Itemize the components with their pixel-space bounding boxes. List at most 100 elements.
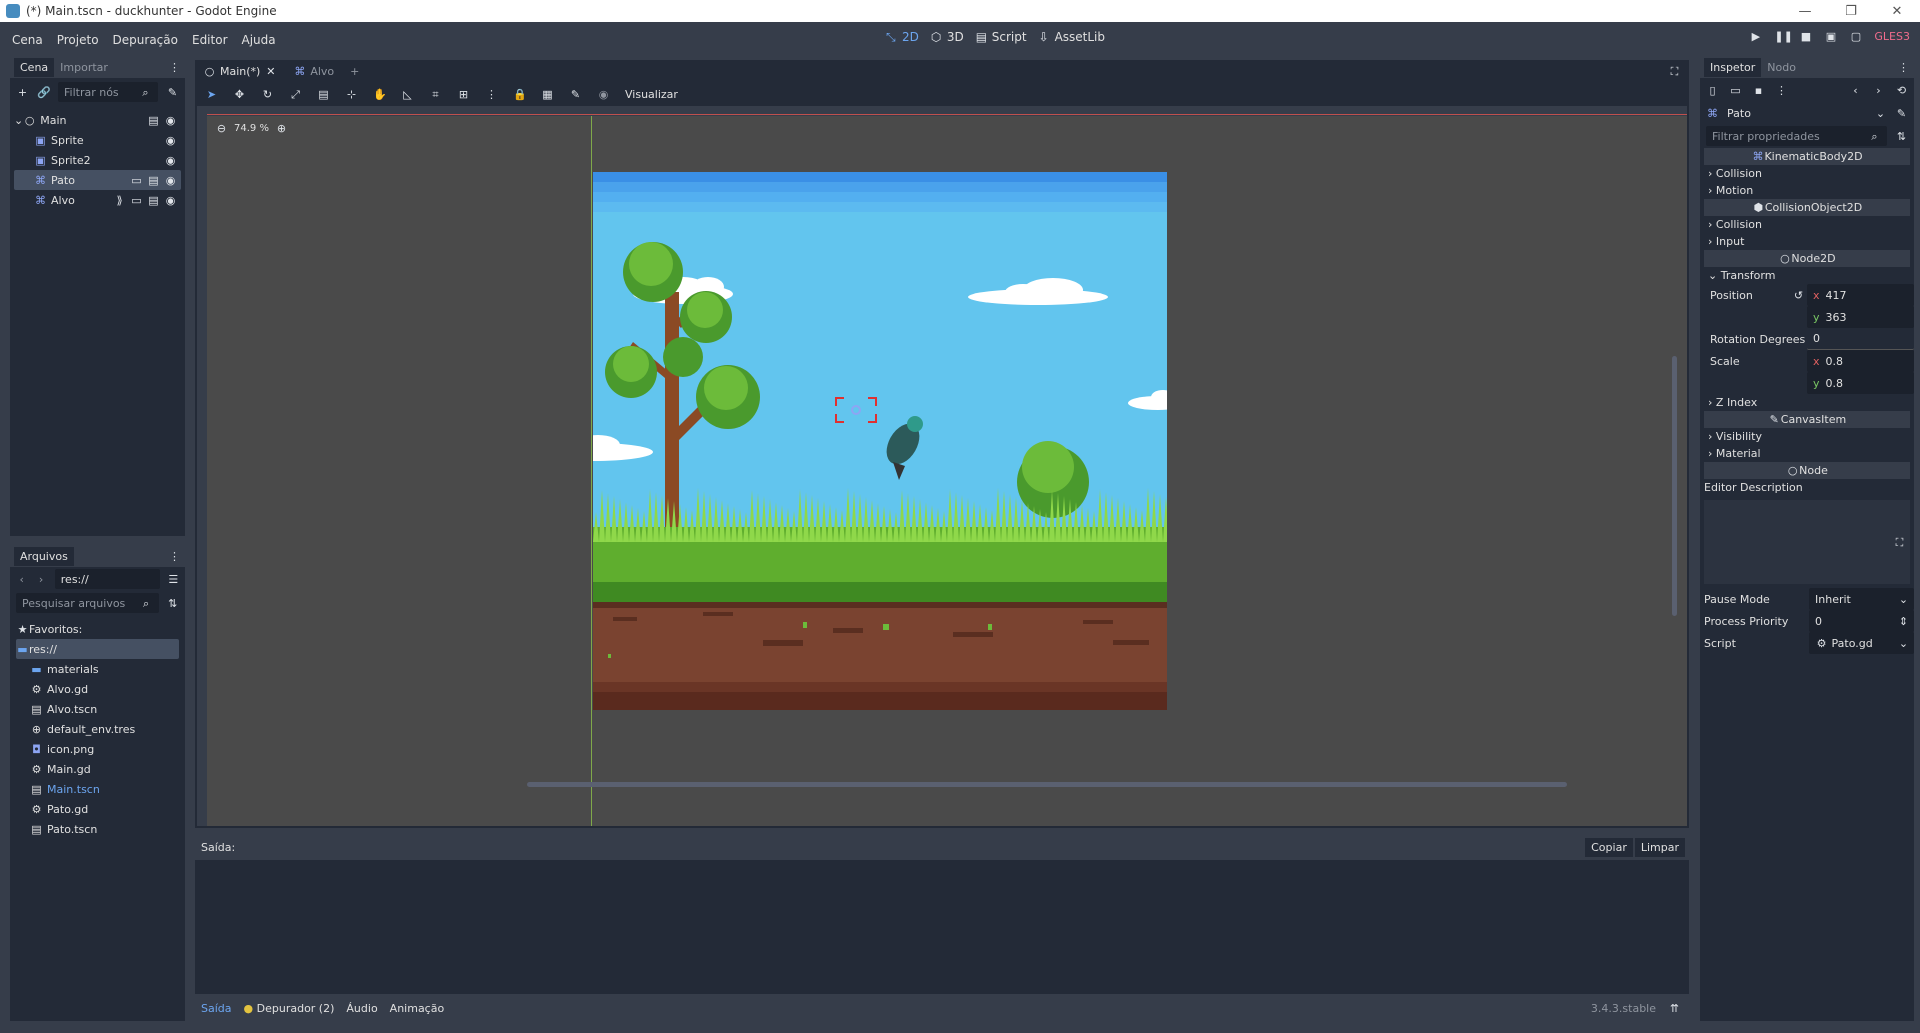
mode-assetlib[interactable]: ⇩ AssetLib: [1039, 30, 1105, 44]
sort-icon[interactable]: ⇅: [167, 597, 179, 610]
canvas-2d[interactable]: ⊖ 74.9 % ⊕: [197, 106, 1687, 826]
scene-node-sprite2[interactable]: ▣ Sprite2 ◉: [14, 150, 181, 170]
instance-icon[interactable]: ▭: [130, 174, 143, 187]
back-icon[interactable]: ‹: [16, 573, 27, 586]
expand-icon[interactable]: ⌄: [14, 114, 23, 127]
group-icon[interactable]: ▦: [541, 88, 554, 101]
section-material[interactable]: › Material: [1700, 445, 1914, 462]
link-icon[interactable]: 🔗: [37, 86, 51, 99]
list-select-icon[interactable]: ▤: [317, 88, 330, 101]
menu-cena[interactable]: Cena: [5, 33, 50, 47]
play-icon[interactable]: ▶: [1749, 30, 1762, 43]
section-transform[interactable]: ⌄ Transform: [1700, 267, 1914, 284]
object-menu-icon[interactable]: ✎: [1895, 107, 1908, 120]
grid-snap-icon[interactable]: ⊞: [457, 88, 470, 101]
tab-nodo[interactable]: Nodo: [1761, 58, 1802, 77]
scene-node-sprite[interactable]: ▣ Sprite ◉: [14, 130, 181, 150]
kebab-menu-icon[interactable]: ⋮: [1897, 61, 1910, 74]
history-forward-icon[interactable]: ›: [1872, 84, 1885, 97]
add-node-icon[interactable]: +: [16, 86, 29, 99]
scale-y-field[interactable]: y 0.8: [1807, 372, 1914, 394]
tab-importar[interactable]: Importar: [54, 58, 114, 77]
search-files-input[interactable]: Pesquisar arquivos ⌕: [16, 593, 159, 613]
visibility-icon[interactable]: ◉: [164, 134, 177, 147]
file-item[interactable]: ⚙ Pato.gd: [16, 799, 179, 819]
script-icon[interactable]: ▤: [147, 174, 160, 187]
process-priority-field[interactable]: 0 ⇕: [1809, 610, 1914, 632]
split-view-icon[interactable]: ☰: [168, 573, 179, 586]
zoom-level[interactable]: 74.9 %: [234, 123, 269, 134]
expand-panel-icon[interactable]: ⇈: [1668, 1002, 1681, 1015]
visibility-icon[interactable]: ◉: [164, 174, 177, 187]
select-tool-icon[interactable]: ➤: [205, 88, 218, 101]
visibility-icon[interactable]: ◉: [164, 114, 177, 127]
distraction-free-icon[interactable]: ⛶: [1668, 65, 1681, 78]
script-icon[interactable]: ▤: [147, 194, 160, 207]
editor-description-field[interactable]: ⛶: [1704, 500, 1910, 584]
scale-x-field[interactable]: x 0.8: [1807, 350, 1914, 372]
rotation-field[interactable]: 0: [1807, 328, 1914, 350]
move-tool-icon[interactable]: ✥: [233, 88, 246, 101]
script-attach-icon[interactable]: ✎: [166, 86, 179, 99]
filter-nodes-input[interactable]: Filtrar nós ⌕: [58, 82, 158, 102]
scene-node-alvo[interactable]: ⌘ Alvo ⟫ ▭ ▤ ◉: [14, 190, 181, 210]
add-tab-icon[interactable]: +: [348, 65, 361, 78]
forward-icon[interactable]: ›: [35, 573, 46, 586]
menu-projeto[interactable]: Projeto: [50, 33, 106, 47]
renderer-select[interactable]: GLES3: [1874, 30, 1910, 43]
visibility-icon[interactable]: ◉: [164, 154, 177, 167]
section-visibility[interactable]: › Visibility: [1700, 428, 1914, 445]
rotate-tool-icon[interactable]: ↻: [261, 88, 274, 101]
selected-node-name[interactable]: Pato: [1727, 107, 1866, 120]
expand-icon[interactable]: ⛶: [1893, 536, 1906, 549]
minimize-button[interactable]: —: [1782, 0, 1828, 22]
bone-icon[interactable]: ✎: [569, 88, 582, 101]
favorites-row[interactable]: ★ Favoritos:: [16, 619, 179, 639]
snap-options-icon[interactable]: ⋮: [485, 88, 498, 101]
folder-materials[interactable]: ▬ materials: [16, 659, 179, 679]
section-zindex[interactable]: › Z Index: [1700, 394, 1914, 411]
save-resource-icon[interactable]: ▪: [1752, 84, 1765, 97]
pan-tool-icon[interactable]: ✋: [373, 88, 387, 101]
section-motion[interactable]: › Motion: [1700, 182, 1914, 199]
scale-tool-icon[interactable]: ⤢: [289, 88, 302, 101]
new-resource-icon[interactable]: ▯: [1706, 84, 1719, 97]
history-icon[interactable]: ⟲: [1895, 84, 1908, 97]
file-item[interactable]: ⚙ Alvo.gd: [16, 679, 179, 699]
file-item[interactable]: ⊕ default_env.tres: [16, 719, 179, 739]
mode-2d[interactable]: ⤡ 2D: [886, 30, 919, 44]
kebab-menu-icon[interactable]: ⋮: [168, 61, 181, 74]
section-input[interactable]: › Input: [1700, 233, 1914, 250]
ruler-tool-icon[interactable]: ◺: [401, 88, 414, 101]
position-x-field[interactable]: x 417: [1807, 284, 1914, 306]
tab-inspetor[interactable]: Inspetor: [1704, 57, 1762, 77]
mode-3d[interactable]: ⬡ 3D: [931, 30, 964, 44]
pause-icon[interactable]: ❚❚: [1774, 30, 1792, 43]
path-field[interactable]: res://: [54, 569, 160, 589]
zoom-out-icon[interactable]: ⊖: [215, 122, 228, 135]
script-field[interactable]: ⚙ Pato.gd ⌄: [1809, 632, 1914, 654]
file-item[interactable]: ▤ Pato.tscn: [16, 819, 179, 839]
output-log[interactable]: [195, 860, 1689, 994]
camera-override-icon[interactable]: ◉: [597, 88, 610, 101]
tab-cena[interactable]: Cena: [14, 57, 55, 77]
visibility-icon[interactable]: ◉: [164, 194, 177, 207]
tab-alvo[interactable]: ⌘ Alvo: [285, 62, 342, 81]
scene-node-pato[interactable]: ⌘ Pato ▭ ▤ ◉: [14, 170, 181, 190]
pause-mode-select[interactable]: Inherit ⌄: [1809, 588, 1914, 610]
horizontal-scrollbar[interactable]: [527, 782, 1567, 787]
signal-icon[interactable]: ⟫: [113, 194, 126, 207]
play-custom-icon[interactable]: ▢: [1849, 30, 1862, 43]
close-button[interactable]: ✕: [1874, 0, 1920, 22]
res-root-row[interactable]: ▬ res://: [16, 639, 179, 659]
file-item[interactable]: ⚙ Main.gd: [16, 759, 179, 779]
play-scene-icon[interactable]: ▣: [1824, 30, 1837, 43]
instance-icon[interactable]: ▭: [130, 194, 143, 207]
chevron-down-icon[interactable]: ⌄: [1874, 107, 1887, 120]
menu-editor[interactable]: Editor: [185, 33, 235, 47]
zoom-in-icon[interactable]: ⊕: [275, 122, 288, 135]
lock-icon[interactable]: 🔒: [513, 88, 527, 101]
sort-icon[interactable]: ⇅: [1895, 130, 1908, 143]
mode-script[interactable]: ▤ Script: [976, 30, 1027, 44]
position-y-field[interactable]: y 363: [1807, 306, 1914, 328]
